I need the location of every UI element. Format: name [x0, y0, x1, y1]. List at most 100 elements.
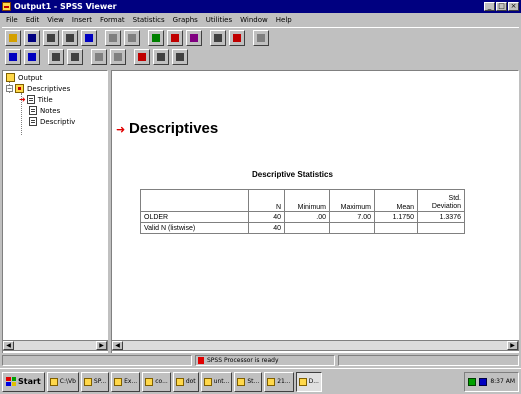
- outline-item-label: Notes: [40, 106, 61, 115]
- help-icon: [256, 33, 266, 43]
- dialog-recall-button[interactable]: [105, 29, 121, 46]
- insert-heading-button[interactable]: [134, 49, 150, 65]
- demote-button[interactable]: [24, 49, 40, 65]
- taskbar-button[interactable]: D...: [295, 371, 322, 392]
- goto-case-icon: [189, 33, 199, 43]
- task-app-icon: [145, 377, 154, 386]
- insert-text-icon: [175, 52, 185, 62]
- outline-horizontal-scrollbar[interactable]: ◀ ▶: [2, 340, 108, 351]
- outline-item-notes[interactable]: Notes: [29, 106, 60, 115]
- spss-app-icon[interactable]: [2, 2, 11, 11]
- menu-statistics[interactable]: Statistics: [129, 16, 169, 24]
- taskbar-button[interactable]: Ex...: [111, 371, 141, 392]
- taskbar-button-label: C:\Vb: [59, 378, 76, 385]
- status-cell-right: [338, 355, 519, 366]
- insert-heading-icon: [137, 52, 147, 62]
- taskbar-button[interactable]: SP...: [80, 371, 110, 392]
- goto-data-icon: [170, 33, 180, 43]
- tray-monitor-icon[interactable]: [479, 377, 488, 386]
- scroll-left-icon[interactable]: ◀: [3, 341, 14, 350]
- menu-edit[interactable]: Edit: [22, 16, 44, 24]
- output-heading[interactable]: Descriptives: [129, 120, 218, 137]
- save-button[interactable]: [24, 29, 40, 46]
- table-title[interactable]: Descriptive Statistics: [252, 170, 333, 179]
- taskbar-button[interactable]: St...: [234, 371, 263, 392]
- outline-group-label: Descriptives: [27, 84, 71, 93]
- scroll-right-icon[interactable]: ▶: [96, 341, 107, 350]
- print-button[interactable]: [43, 29, 59, 46]
- collapse-button[interactable]: [67, 49, 83, 65]
- minimize-button[interactable]: _: [484, 2, 495, 11]
- scroll-left-icon[interactable]: ◀: [112, 341, 123, 350]
- insert-text-button[interactable]: [172, 49, 188, 65]
- book-icon: [15, 84, 24, 93]
- content-horizontal-scrollbar[interactable]: ◀ ▶: [111, 340, 519, 351]
- outline-pane[interactable]: Output − Descriptives ➜ Title Notes Desc…: [2, 70, 108, 359]
- maximize-button[interactable]: □: [496, 2, 507, 11]
- taskbar-buttons: C:\Vb SP... Ex... co... dot unt... St... 21... D…: [46, 371, 322, 392]
- start-button[interactable]: Start: [2, 371, 45, 392]
- menu-graphs[interactable]: Graphs: [169, 16, 202, 24]
- expand-icon: [51, 52, 61, 62]
- table-cell: 40: [248, 222, 285, 234]
- taskbar-button[interactable]: unt...: [200, 371, 233, 392]
- open-folder-button[interactable]: [5, 29, 21, 46]
- collapse-toggle-icon[interactable]: −: [6, 85, 13, 92]
- menu-utilities[interactable]: Utilities: [202, 16, 236, 24]
- table-cell: 7.00: [329, 211, 375, 223]
- menu-insert[interactable]: Insert: [68, 16, 96, 24]
- tray-network-icon[interactable]: [468, 377, 477, 386]
- goto-data-button[interactable]: [167, 29, 183, 46]
- find-button[interactable]: [210, 29, 226, 46]
- menu-file[interactable]: File: [2, 16, 22, 24]
- outline-item-title[interactable]: ➜ Title: [19, 95, 53, 104]
- title-bar[interactable]: Output1 - SPSS Viewer _ □ ×: [0, 0, 521, 13]
- menu-help[interactable]: Help: [272, 16, 296, 24]
- descriptive-statistics-table[interactable]: N Minimum Maximum Mean Std. Deviation OL…: [140, 189, 465, 234]
- expand-button[interactable]: [48, 49, 64, 65]
- taskbar-button[interactable]: dot: [172, 371, 199, 392]
- outline-toolbar: [2, 47, 188, 67]
- content-pane[interactable]: ➜ Descriptives Descriptive Statistics N …: [111, 70, 519, 359]
- outline-item-descriptives-table[interactable]: Descriptiv: [29, 117, 75, 126]
- taskbar-button[interactable]: C:\Vb: [46, 371, 79, 392]
- column-header-mean: Mean: [374, 189, 418, 212]
- outline-group-descriptives[interactable]: − Descriptives: [6, 84, 70, 93]
- table-header-row: N Minimum Maximum Mean Std. Deviation: [140, 189, 465, 212]
- taskbar-button[interactable]: co...: [142, 371, 171, 392]
- outline-item-label: Title: [37, 95, 53, 104]
- windows-logo-icon: [6, 377, 16, 386]
- goto-chart-icon: [151, 33, 161, 43]
- dialog-recall-icon: [108, 33, 118, 43]
- taskbar-button-label: St...: [247, 378, 260, 385]
- task-app-icon: [267, 377, 276, 386]
- show-button[interactable]: [91, 49, 107, 65]
- taskbar: Start C:\Vb SP... Ex... co... dot unt... St...…: [0, 368, 521, 394]
- scroll-right-icon[interactable]: ▶: [507, 341, 518, 350]
- print-preview-button[interactable]: [62, 29, 78, 46]
- goto-chart-button[interactable]: [148, 29, 164, 46]
- task-app-icon: [83, 377, 92, 386]
- promote-button[interactable]: [5, 49, 21, 65]
- menu-window[interactable]: Window: [236, 16, 272, 24]
- taskbar-button[interactable]: 21...: [264, 371, 294, 392]
- promote-icon: [8, 52, 18, 62]
- hide-button[interactable]: [110, 49, 126, 65]
- clock[interactable]: 8:37 AM: [490, 378, 515, 385]
- insert-title-button[interactable]: [153, 49, 169, 65]
- notes-page-icon: [29, 106, 37, 115]
- caption-buttons: _ □ ×: [484, 2, 519, 11]
- undo-button[interactable]: [124, 29, 140, 46]
- help-button[interactable]: [253, 29, 269, 46]
- menu-view[interactable]: View: [43, 16, 68, 24]
- close-button[interactable]: ×: [508, 2, 519, 11]
- export-button[interactable]: [81, 29, 97, 46]
- taskbar-button-label: Ex...: [124, 378, 138, 385]
- task-app-icon: [114, 377, 123, 386]
- menu-format[interactable]: Format: [96, 16, 129, 24]
- system-tray: 8:37 AM: [464, 371, 519, 392]
- outline-root[interactable]: Output: [6, 73, 42, 82]
- designate-window-button[interactable]: [229, 29, 245, 46]
- goto-case-button[interactable]: [186, 29, 202, 46]
- task-app-icon: [298, 377, 307, 386]
